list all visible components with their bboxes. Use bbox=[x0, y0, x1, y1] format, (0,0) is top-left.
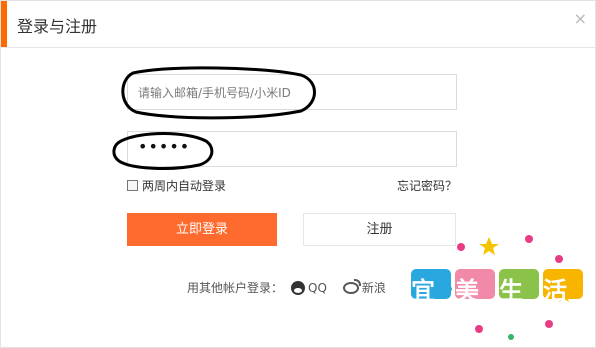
ink-oval-password bbox=[112, 132, 214, 170]
social-qq-label: QQ bbox=[308, 280, 327, 295]
forgot-password-link[interactable]: 忘记密码？ bbox=[397, 177, 457, 194]
social-qq[interactable]: QQ bbox=[291, 280, 327, 295]
login-button[interactable]: 立即登录 bbox=[127, 213, 277, 246]
social-login-row: 用其他帐户登录： QQ 新浪 bbox=[187, 278, 386, 296]
ink-oval-account bbox=[121, 66, 316, 120]
remember-checkbox[interactable] bbox=[127, 180, 138, 191]
remember-me[interactable]: 两周内自动登录 bbox=[127, 177, 226, 194]
weibo-icon bbox=[342, 278, 361, 294]
remember-label: 两周内自动登录 bbox=[142, 179, 227, 193]
qq-icon bbox=[291, 280, 306, 295]
social-weibo-label: 新浪 bbox=[361, 281, 386, 295]
watermark-text: 宜美生活 bbox=[411, 271, 587, 306]
login-dialog: 登录与注册 × 请输入邮箱/手机号码/小米ID ••••• 两周内自动登录 忘记… bbox=[0, 0, 596, 348]
social-weibo[interactable]: 新浪 bbox=[342, 278, 386, 296]
social-login-label: 用其他帐户登录： bbox=[187, 281, 284, 295]
watermark-text-value: 宜美生活 bbox=[411, 277, 587, 305]
